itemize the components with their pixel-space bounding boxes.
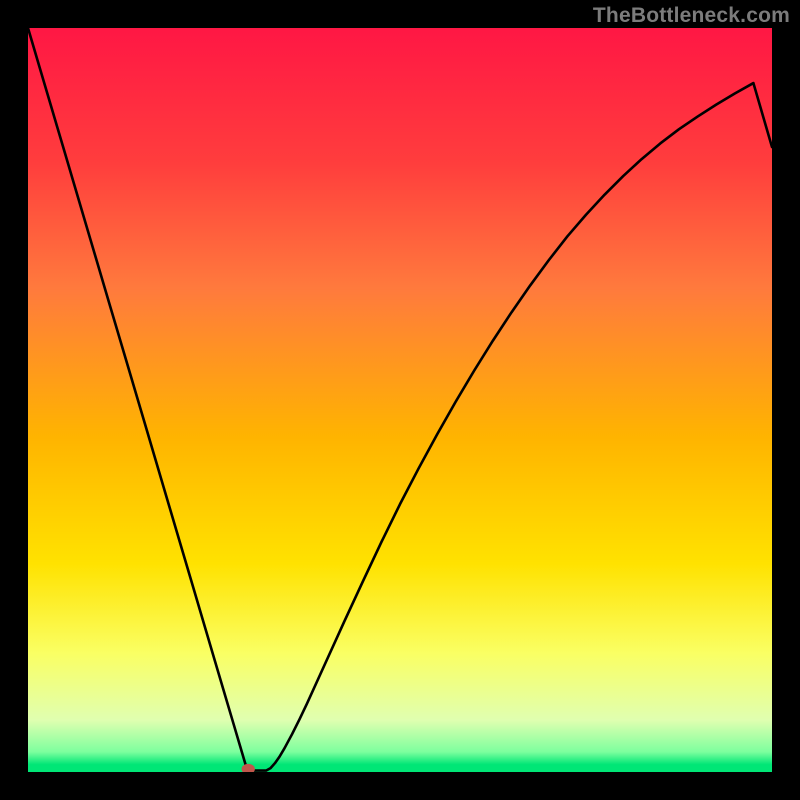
plot-area (28, 28, 772, 772)
watermark-text: TheBottleneck.com (593, 4, 790, 28)
chart-frame: TheBottleneck.com (0, 0, 800, 800)
chart-background (28, 28, 772, 772)
chart-svg (28, 28, 772, 772)
